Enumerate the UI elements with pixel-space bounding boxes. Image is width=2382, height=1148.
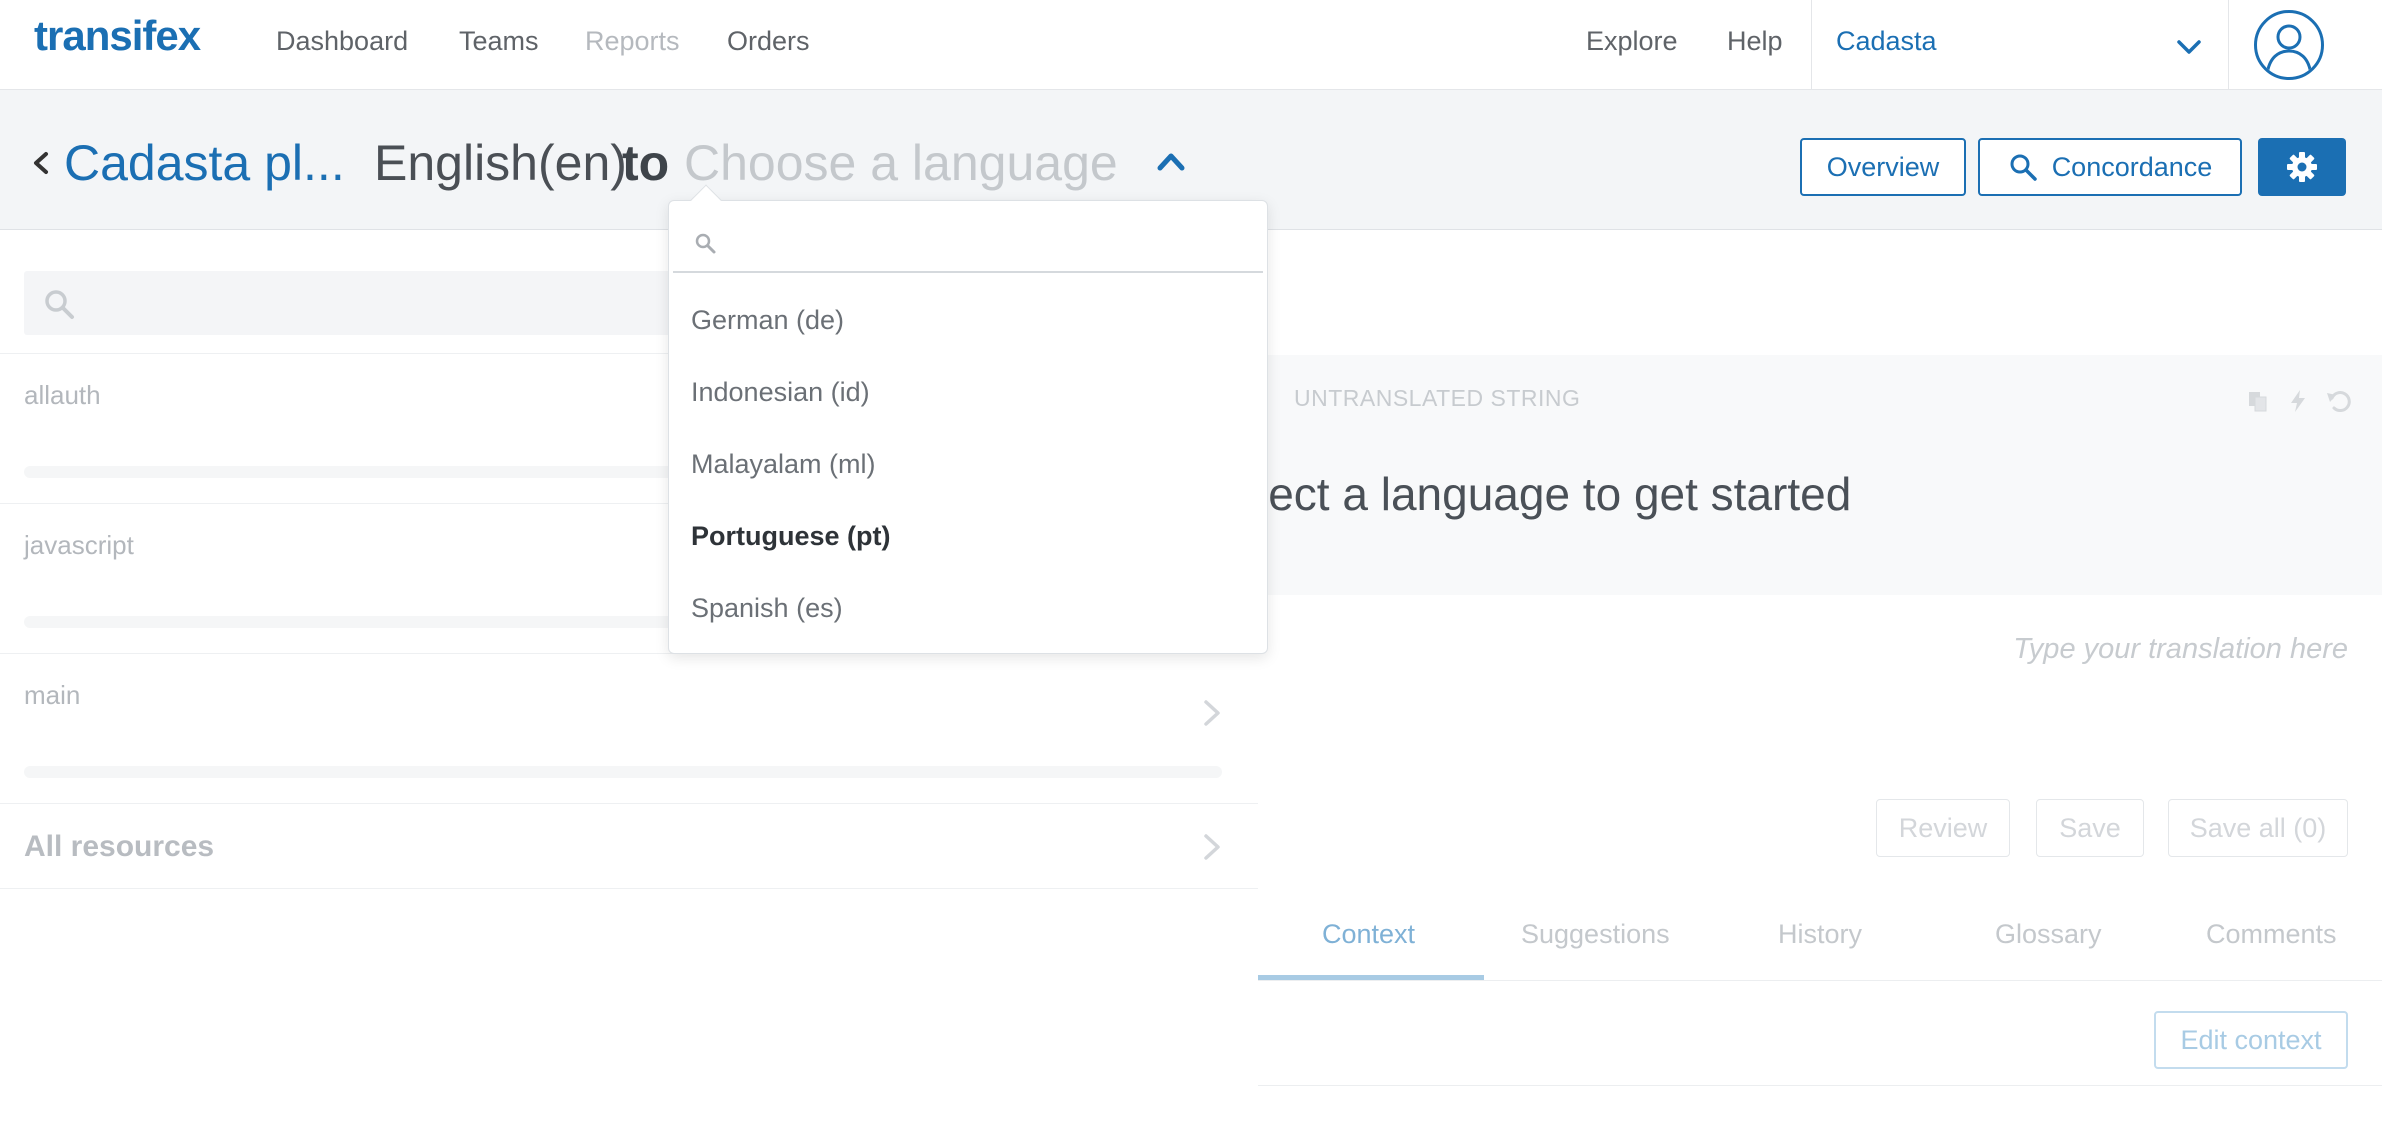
gear-icon: [2287, 152, 2317, 182]
resource-label: allauth: [24, 380, 101, 410]
overview-button-label: Overview: [1826, 151, 1940, 182]
language-option-spanish[interactable]: Spanish (es): [691, 593, 843, 624]
review-button[interactable]: Review: [1876, 799, 2010, 857]
save-button-label: Save: [2059, 812, 2121, 843]
chevron-down-icon[interactable]: [2174, 32, 2204, 62]
nav-link-help[interactable]: Help: [1727, 26, 1783, 57]
resource-item-main[interactable]: main: [0, 653, 1258, 803]
save-all-button[interactable]: Save all (0): [2168, 799, 2348, 857]
language-option-portuguese[interactable]: Portuguese (pt): [691, 521, 891, 552]
undo-icon[interactable]: [2326, 389, 2352, 413]
nav-link-reports[interactable]: Reports: [585, 26, 680, 57]
search-icon: [45, 290, 74, 319]
concordance-button[interactable]: Concordance: [1978, 138, 2242, 196]
tab-history[interactable]: History: [1778, 919, 1862, 950]
edit-context-label: Edit context: [2180, 1024, 2322, 1055]
resource-label: javascript: [24, 530, 134, 560]
copy-source-icon[interactable]: [2246, 389, 2270, 413]
overview-button[interactable]: Overview: [1800, 138, 1966, 196]
language-option-indonesian[interactable]: Indonesian (id): [691, 377, 870, 408]
translation-input[interactable]: Type your translation here: [2013, 633, 2348, 666]
tab-glossary[interactable]: Glossary: [1995, 919, 2102, 950]
chevron-right-icon: [1204, 700, 1220, 726]
settings-button[interactable]: [2258, 138, 2346, 196]
review-button-label: Review: [1898, 812, 1988, 843]
top-navigation: transifex Dashboard Teams Reports Orders…: [0, 0, 2382, 90]
editor-tabs: Context Suggestions History Glossary Com…: [1258, 901, 2382, 981]
language-search-input[interactable]: [729, 219, 1249, 265]
language-option-malayalam[interactable]: Malayalam (ml): [691, 449, 876, 480]
to-label: to: [622, 135, 670, 191]
resource-label: main: [24, 680, 81, 710]
tab-comments[interactable]: Comments: [2206, 919, 2337, 950]
source-string-area: UNTRANSLATED STRING lect a language to g…: [1258, 355, 2382, 595]
language-search: [673, 211, 1263, 273]
source-language: English(en): [374, 135, 627, 191]
nav-divider: [1811, 0, 1812, 90]
nav-link-dashboard[interactable]: Dashboard: [276, 26, 408, 57]
nav-link-teams[interactable]: Teams: [459, 26, 539, 57]
user-avatar-icon[interactable]: [2254, 10, 2324, 80]
transifex-logo[interactable]: transifex: [34, 12, 201, 60]
divider: [1258, 1085, 2382, 1086]
editor-panel: UNTRANSLATED STRING lect a language to g…: [1258, 253, 2382, 1148]
chevron-right-icon: [1204, 834, 1220, 860]
nav-divider: [2228, 0, 2229, 90]
language-option-german[interactable]: German (de): [691, 305, 844, 336]
resource-item-all[interactable]: All resources: [0, 803, 1258, 889]
lightning-icon[interactable]: [2286, 389, 2310, 413]
progress-bar: [24, 766, 1222, 778]
select-language-prompt: lect a language to get started: [1258, 468, 1852, 520]
search-icon: [2010, 154, 2037, 181]
project-name[interactable]: Cadasta pl...: [64, 134, 345, 192]
organization-selector[interactable]: Cadasta: [1836, 26, 1937, 57]
edit-context-button[interactable]: Edit context: [2154, 1011, 2348, 1069]
nav-link-explore[interactable]: Explore: [1586, 26, 1678, 57]
chevron-left-icon[interactable]: [28, 148, 52, 178]
nav-link-orders[interactable]: Orders: [727, 26, 810, 57]
editor-toolbar: [2246, 389, 2352, 413]
language-dropdown: German (de) Indonesian (id) Malayalam (m…: [668, 184, 1268, 654]
search-icon: [695, 233, 716, 254]
concordance-button-label: Concordance: [2051, 151, 2213, 182]
save-all-button-label: Save all (0): [2189, 812, 2327, 843]
save-button[interactable]: Save: [2036, 799, 2144, 857]
tab-suggestions[interactable]: Suggestions: [1521, 919, 1670, 950]
string-status-label: UNTRANSLATED STRING: [1294, 385, 1581, 411]
target-language-selector[interactable]: Choose a language: [684, 134, 1118, 192]
chevron-up-icon[interactable]: [1154, 146, 1188, 176]
active-tab-indicator: [1258, 975, 1484, 980]
all-resources-label: All resources: [24, 830, 215, 863]
tab-context[interactable]: Context: [1322, 919, 1415, 950]
